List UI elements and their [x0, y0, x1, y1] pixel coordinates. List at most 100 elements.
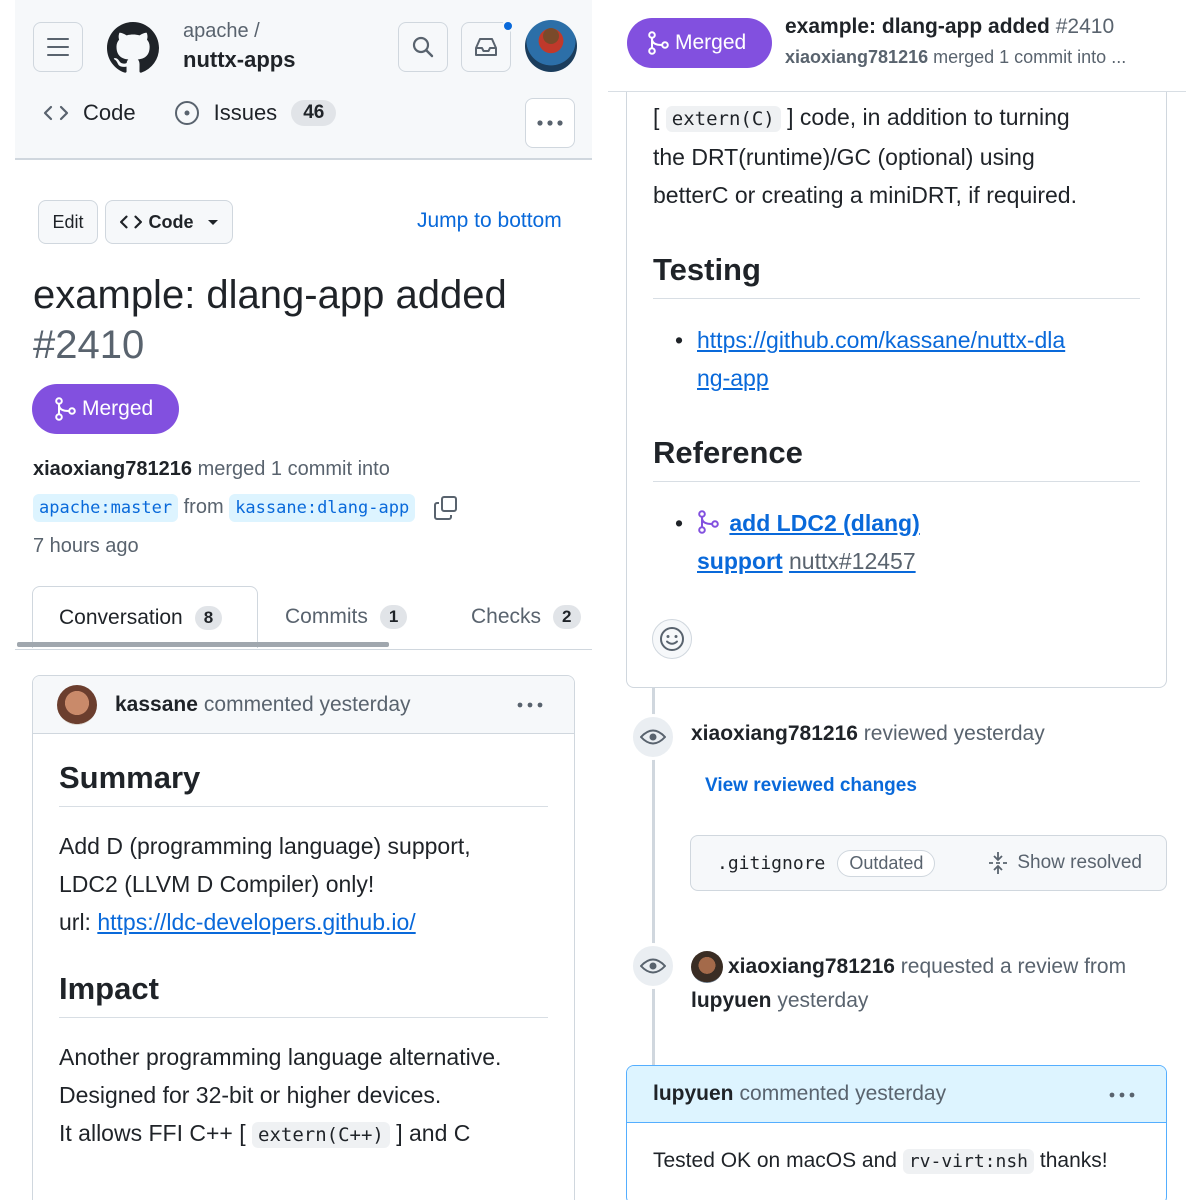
search-button[interactable]: [398, 22, 448, 72]
file-name: .gitignore: [717, 852, 826, 874]
tabs-scrollbar[interactable]: [17, 642, 389, 647]
reviewer-name[interactable]: xiaoxiang781216: [691, 722, 858, 745]
tab-checks[interactable]: Checks 2: [471, 586, 581, 648]
sticky-subtitle: xiaoxiang781216 merged 1 commit into ...: [785, 47, 1126, 68]
user-avatar[interactable]: [525, 20, 577, 72]
edit-button[interactable]: Edit: [38, 200, 98, 244]
issue-icon: [174, 100, 200, 126]
body-text: ] code, in addition to turning: [787, 104, 1070, 130]
review-request-icon: [630, 943, 676, 989]
testing-heading: Testing: [653, 252, 1140, 299]
show-resolved-label: Show resolved: [1017, 852, 1142, 873]
notification-dot: [502, 20, 514, 32]
requester-name[interactable]: xiaoxiang781216: [728, 955, 895, 978]
view-reviewed-changes-link[interactable]: View reviewed changes: [705, 775, 917, 797]
repo-nav: Code Issues 46: [43, 100, 374, 126]
testing-link[interactable]: https://github.com/kassane/nuttx-dlang-a…: [697, 327, 1065, 391]
edit-label: Edit: [52, 211, 84, 232]
tab-issues[interactable]: Issues 46: [174, 100, 337, 126]
unfold-icon: [989, 852, 1008, 874]
avatar[interactable]: [57, 684, 97, 725]
pr-title-text: example: dlang-app added: [33, 273, 507, 317]
copy-icon[interactable]: [433, 495, 459, 521]
merger-name[interactable]: xiaoxiang781216: [33, 458, 192, 480]
base-branch[interactable]: apache:master: [33, 494, 179, 522]
tab-commits-label: Commits: [285, 605, 368, 628]
summary-paragraph: Add D (programming language) support, LD…: [59, 827, 548, 941]
testing-list: https://github.com/kassane/nuttx-dlang-a…: [653, 321, 1140, 397]
comment-header: lupyuen commented yesterday: [627, 1066, 1166, 1123]
inline-code: rv-virt:nsh: [902, 1149, 1035, 1174]
avatar[interactable]: [691, 951, 723, 984]
tab-code-label: Code: [83, 100, 136, 125]
merge-icon: [55, 397, 76, 421]
from-text: from: [183, 496, 224, 518]
body-paragraph: [ extern(C) ] code, in addition to turni…: [653, 92, 1140, 214]
merged-status-badge: Merged: [627, 18, 772, 68]
request-time: yesterday: [777, 989, 869, 1012]
merged-status-badge: Merged: [32, 384, 179, 434]
github-logo-icon[interactable]: [107, 22, 159, 74]
pr-tabs: Conversation 8 Commits 1 Checks 2: [15, 586, 592, 650]
merged-label: Merged: [675, 31, 747, 54]
tab-checks-label: Checks: [471, 605, 542, 628]
summary-line: LDC2 (LLVM D Compiler) only!: [59, 871, 375, 897]
tab-commits[interactable]: Commits 1: [285, 586, 408, 648]
inline-code: extern(C): [665, 106, 781, 132]
hamburger-icon: [47, 35, 69, 59]
impact-line: ] and C: [396, 1120, 471, 1146]
body-text: the DRT(runtime)/GC (optional) using: [653, 144, 1035, 170]
review-event-icon: [630, 714, 676, 760]
code-dropdown-button[interactable]: Code: [105, 200, 233, 244]
comment-text: Tested OK on macOS and: [653, 1149, 897, 1172]
jump-to-bottom-link[interactable]: Jump to bottom: [417, 209, 562, 233]
merge-icon: [698, 510, 719, 534]
review-event: xiaoxiang781216 reviewed yesterday: [691, 722, 1045, 746]
sticky-merger[interactable]: xiaoxiang781216: [785, 47, 928, 67]
add-reaction-button[interactable]: [652, 619, 692, 659]
code-icon: [119, 215, 142, 229]
eye-icon: [640, 958, 666, 974]
repo-more-button[interactable]: [525, 98, 575, 148]
requested-reviewer[interactable]: lupyuen: [691, 989, 772, 1012]
tab-conversation[interactable]: Conversation 8: [32, 586, 258, 648]
repo-name[interactable]: nuttx-apps: [183, 47, 295, 73]
body-text: betterC or creating a miniDRT, if requir…: [653, 182, 1077, 208]
comment-author[interactable]: kassane: [115, 693, 198, 717]
head-branch[interactable]: kassane:dlang-app: [229, 494, 416, 522]
markdown-body: [ extern(C) ] code, in addition to turni…: [627, 92, 1166, 580]
comment-card: lupyuen commented yesterday Tested OK on…: [626, 1065, 1167, 1200]
pr-number: #2410: [33, 323, 145, 367]
list-item: add LDC2 (dlang) support nuttx#12457: [653, 504, 953, 580]
eye-icon: [640, 729, 666, 745]
review-text: reviewed yesterday: [863, 722, 1045, 745]
inbox-icon: [475, 38, 497, 56]
tab-code[interactable]: Code: [43, 100, 136, 126]
smiley-icon: [660, 627, 684, 651]
comment-card: kassane commented yesterday Summary Add …: [32, 675, 575, 1200]
sticky-title-text: example: dlang-app added: [785, 15, 1050, 38]
impact-heading: Impact: [59, 941, 548, 1018]
comment-body-continued: [ extern(C) ] code, in addition to turni…: [626, 92, 1167, 688]
show-resolved-button[interactable]: Show resolved: [987, 851, 1142, 875]
body-text: [: [653, 104, 660, 130]
kebab-icon[interactable]: [1108, 1091, 1136, 1099]
conversation-count: 8: [194, 605, 223, 630]
reference-pr-number[interactable]: nuttx#12457: [789, 548, 916, 574]
merge-time: 7 hours ago: [33, 535, 139, 557]
impact-line: It allows FFI C++ [: [59, 1120, 246, 1146]
comment-author[interactable]: lupyuen: [653, 1082, 734, 1106]
code-label: Code: [148, 211, 194, 232]
comment-meta[interactable]: commented yesterday: [740, 1082, 947, 1106]
comment-text: thanks!: [1039, 1149, 1108, 1172]
kebab-icon[interactable]: [516, 701, 544, 709]
comment-meta[interactable]: commented yesterday: [204, 693, 411, 717]
comment-body: Tested OK on macOS and rv-virt:nsh thank…: [627, 1123, 1166, 1199]
left-screen: apache / nuttx-apps Code Issues 46 Edit: [0, 0, 600, 1200]
repo-owner[interactable]: apache /: [183, 20, 260, 43]
menu-button[interactable]: [33, 22, 83, 72]
caret-down-icon: [207, 220, 218, 225]
review-file-row[interactable]: .gitignore Outdated Show resolved: [690, 835, 1167, 891]
ldc-link[interactable]: https://ldc-developers.github.io/: [97, 909, 415, 935]
tab-conversation-label: Conversation: [59, 605, 183, 629]
